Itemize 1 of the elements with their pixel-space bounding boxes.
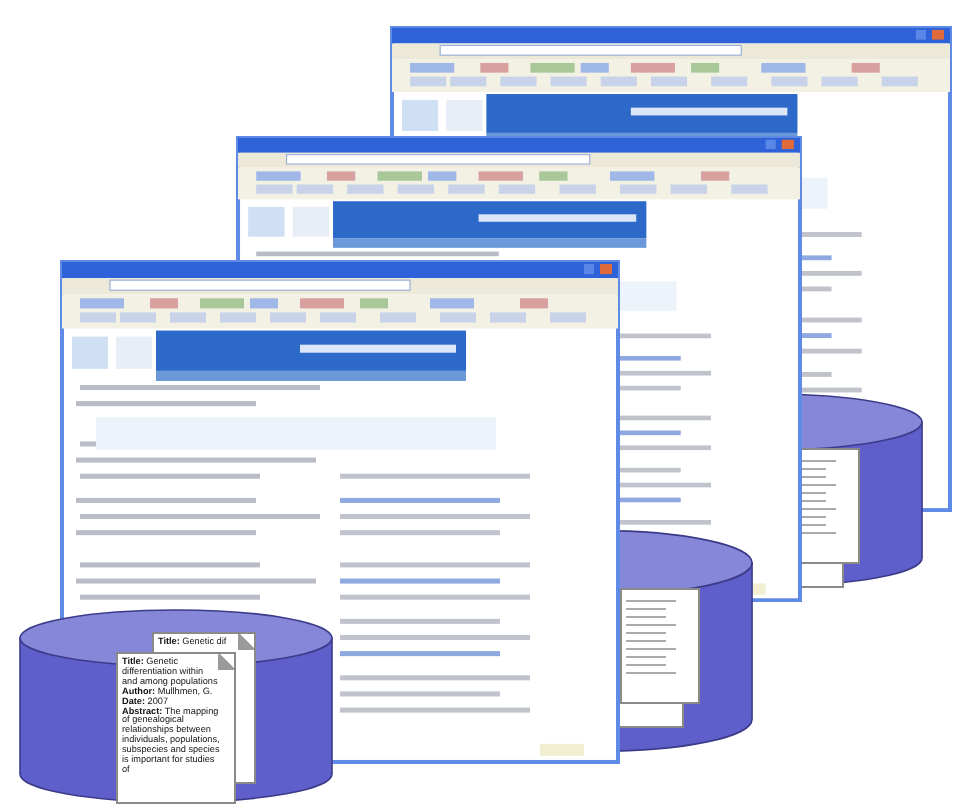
document-icon [620, 588, 700, 704]
